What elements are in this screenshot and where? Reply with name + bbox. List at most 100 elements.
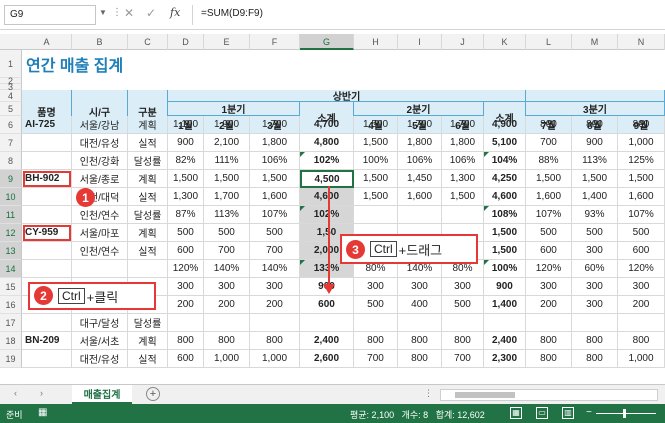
data-cell[interactable]: 800 — [572, 116, 618, 134]
data-cell[interactable] — [354, 314, 398, 332]
data-cell[interactable]: 300 — [398, 278, 442, 296]
data-cell[interactable]: 4,600 — [300, 188, 354, 206]
zoom-slider-thumb[interactable] — [623, 409, 626, 418]
data-cell[interactable] — [22, 152, 72, 170]
data-cell[interactable] — [22, 188, 72, 206]
data-cell[interactable]: 1,300 — [168, 188, 204, 206]
tab-next-icon[interactable]: › — [40, 388, 43, 398]
row-header[interactable]: 16 — [0, 296, 22, 314]
data-cell[interactable]: 120% — [618, 260, 665, 278]
data-cell[interactable]: 106% — [442, 152, 484, 170]
data-cell[interactable]: 800 — [204, 332, 250, 350]
data-cell[interactable]: 1,500 — [572, 170, 618, 188]
data-cell[interactable]: 1,700 — [204, 188, 250, 206]
row-header[interactable]: 5 — [0, 102, 22, 116]
data-cell[interactable]: 60% — [572, 260, 618, 278]
data-cell[interactable]: 1,500 — [354, 170, 398, 188]
data-cell[interactable]: 2,600 — [300, 350, 354, 368]
data-cell[interactable]: 계획 — [128, 116, 168, 134]
data-cell[interactable]: 120% — [168, 260, 204, 278]
data-cell[interactable] — [398, 314, 442, 332]
data-cell[interactable] — [72, 260, 128, 278]
data-cell[interactable]: 800 — [618, 116, 665, 134]
data-cell[interactable]: 800 — [526, 116, 572, 134]
data-cell[interactable]: 서울/서초 — [72, 332, 128, 350]
data-cell[interactable]: 300 — [250, 278, 300, 296]
data-cell[interactable]: 200 — [250, 296, 300, 314]
data-cell[interactable]: 800 — [526, 350, 572, 368]
row-header[interactable]: 18 — [0, 332, 22, 350]
data-cell[interactable]: 4,900 — [484, 116, 526, 134]
data-cell[interactable] — [526, 314, 572, 332]
data-cell[interactable]: 대전/유성 — [72, 134, 128, 152]
data-cell[interactable]: 달성률 — [128, 152, 168, 170]
data-cell[interactable]: 대구/달성 — [72, 314, 128, 332]
data-cell[interactable]: 200 — [526, 296, 572, 314]
data-cell[interactable]: 2,400 — [484, 332, 526, 350]
data-cell[interactable]: 107% — [618, 206, 665, 224]
data-cell[interactable]: 300 — [572, 278, 618, 296]
data-cell[interactable] — [300, 314, 354, 332]
data-cell[interactable]: 300 — [442, 278, 484, 296]
row-header[interactable]: 14 — [0, 260, 22, 278]
data-cell[interactable]: 100% — [484, 260, 526, 278]
data-cell[interactable] — [22, 314, 72, 332]
data-cell[interactable] — [204, 314, 250, 332]
data-cell[interactable]: 달성률 — [128, 206, 168, 224]
data-cell[interactable]: 1,700 — [442, 116, 484, 134]
data-cell[interactable]: 1,700 — [398, 116, 442, 134]
data-cell[interactable]: 계획 — [128, 224, 168, 242]
data-cell[interactable]: 계획 — [128, 332, 168, 350]
data-cell[interactable]: 2,400 — [300, 332, 354, 350]
tab-prev-icon[interactable]: ‹ — [14, 388, 17, 398]
data-cell[interactable]: 600 — [526, 242, 572, 260]
data-cell[interactable]: 인천/강화 — [72, 152, 128, 170]
data-cell[interactable]: 400 — [398, 296, 442, 314]
data-cell[interactable]: 300 — [204, 278, 250, 296]
data-cell[interactable] — [354, 206, 398, 224]
data-cell[interactable]: 2,100 — [204, 134, 250, 152]
data-cell[interactable]: 계획 — [128, 170, 168, 188]
data-cell[interactable]: 106% — [398, 152, 442, 170]
data-cell[interactable]: 서울/강남 — [72, 116, 128, 134]
data-cell[interactable]: 800 — [526, 332, 572, 350]
data-cell[interactable] — [22, 134, 72, 152]
data-cell[interactable]: 93% — [572, 206, 618, 224]
data-cell[interactable]: 1,600 — [618, 188, 665, 206]
data-cell[interactable]: 500 — [354, 296, 398, 314]
data-cell[interactable]: 4,250 — [484, 170, 526, 188]
data-cell[interactable] — [22, 260, 72, 278]
data-cell[interactable] — [442, 314, 484, 332]
data-cell[interactable]: AI-725 — [22, 116, 72, 134]
normal-view-icon[interactable]: ▦ — [510, 407, 522, 419]
data-cell[interactable]: 1,000 — [250, 350, 300, 368]
data-cell[interactable]: 108% — [484, 206, 526, 224]
data-cell[interactable]: 800 — [442, 332, 484, 350]
data-cell[interactable]: 1,000 — [204, 350, 250, 368]
data-cell[interactable]: BN-209 — [22, 332, 72, 350]
data-cell[interactable] — [22, 206, 72, 224]
row-header[interactable]: 17 — [0, 314, 22, 332]
data-cell[interactable] — [442, 206, 484, 224]
data-cell[interactable]: 800 — [250, 332, 300, 350]
data-cell[interactable]: 300 — [572, 296, 618, 314]
data-cell[interactable]: 4,700 — [300, 116, 354, 134]
data-cell[interactable] — [398, 206, 442, 224]
zoom-out-icon[interactable]: − — [586, 407, 592, 418]
data-cell[interactable]: 500 — [618, 224, 665, 242]
data-cell[interactable]: 1,300 — [442, 170, 484, 188]
row-header[interactable]: 9 — [0, 170, 22, 188]
data-cell[interactable]: 87% — [168, 206, 204, 224]
data-cell[interactable]: 500 — [526, 224, 572, 242]
data-cell[interactable]: 700 — [354, 350, 398, 368]
data-cell[interactable]: 300 — [168, 278, 204, 296]
data-cell[interactable]: CY-959 — [22, 224, 72, 242]
data-cell[interactable]: 120% — [526, 260, 572, 278]
row-header[interactable]: 15 — [0, 278, 22, 296]
data-cell[interactable]: 1,600 — [526, 188, 572, 206]
data-cell[interactable]: 1,450 — [398, 170, 442, 188]
data-cell[interactable]: 1,500 — [354, 116, 398, 134]
data-cell[interactable]: 800 — [398, 350, 442, 368]
data-cell[interactable]: 5,100 — [484, 134, 526, 152]
data-cell[interactable]: 1,800 — [442, 134, 484, 152]
